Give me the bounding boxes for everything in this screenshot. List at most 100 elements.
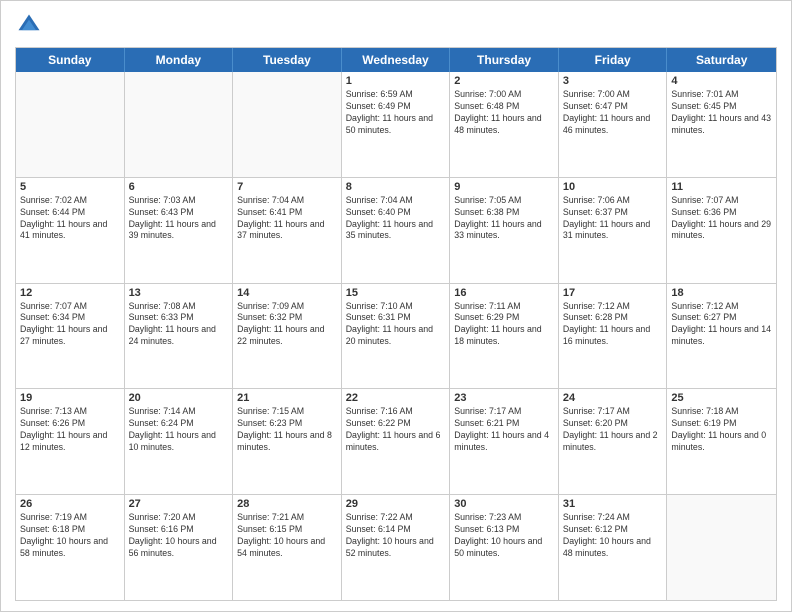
day-number: 3	[563, 75, 663, 87]
calendar-day-cell: 7 Sunrise: 7:04 AM Sunset: 6:41 PM Daylig…	[233, 178, 342, 283]
day-details: Sunrise: 7:08 AM Sunset: 6:33 PM Dayligh…	[129, 301, 229, 349]
calendar-day-cell: 30 Sunrise: 7:23 AM Sunset: 6:13 PM Dayli…	[450, 495, 559, 600]
day-details: Sunrise: 7:12 AM Sunset: 6:28 PM Dayligh…	[563, 301, 663, 349]
calendar-day-cell: 11 Sunrise: 7:07 AM Sunset: 6:36 PM Dayli…	[667, 178, 776, 283]
day-number: 15	[346, 287, 446, 299]
day-details: Sunrise: 7:04 AM Sunset: 6:41 PM Dayligh…	[237, 195, 337, 243]
day-details: Sunrise: 7:07 AM Sunset: 6:34 PM Dayligh…	[20, 301, 120, 349]
day-number: 20	[129, 392, 229, 404]
day-number: 11	[671, 181, 772, 193]
calendar-day-cell: 26Sunrise: 7:19 AM Sunset: 6:18 PM Dayli…	[16, 495, 125, 600]
day-number: 14	[237, 287, 337, 299]
day-number: 22	[346, 392, 446, 404]
calendar-day-cell: 4 Sunrise: 7:01 AM Sunset: 6:45 PM Daylig…	[667, 72, 776, 177]
day-details: Sunrise: 7:03 AM Sunset: 6:43 PM Dayligh…	[129, 195, 229, 243]
day-details: Sunrise: 6:59 AM Sunset: 6:49 PM Dayligh…	[346, 89, 446, 137]
calendar-week-row: 5Sunrise: 7:02 AM Sunset: 6:44 PM Daylig…	[16, 178, 776, 284]
day-number: 6	[129, 181, 229, 193]
calendar-week-row: 12Sunrise: 7:07 AM Sunset: 6:34 PM Dayli…	[16, 284, 776, 390]
calendar-header-row: SundayMondayTuesdayWednesdayThursdayFrid…	[16, 48, 776, 72]
calendar-day-cell: 23 Sunrise: 7:17 AM Sunset: 6:21 PM Dayli…	[450, 389, 559, 494]
day-details: Sunrise: 7:00 AM Sunset: 6:48 PM Dayligh…	[454, 89, 554, 137]
calendar-day-cell: 21 Sunrise: 7:15 AM Sunset: 6:23 PM Dayli…	[233, 389, 342, 494]
day-number: 27	[129, 498, 229, 510]
day-details: Sunrise: 7:24 AM Sunset: 6:12 PM Dayligh…	[563, 512, 663, 560]
day-details: Sunrise: 7:01 AM Sunset: 6:45 PM Dayligh…	[671, 89, 772, 137]
calendar-day-cell: 27 Sunrise: 7:20 AM Sunset: 6:16 PM Dayli…	[125, 495, 234, 600]
calendar-week-row: 26Sunrise: 7:19 AM Sunset: 6:18 PM Dayli…	[16, 495, 776, 600]
day-details: Sunrise: 7:00 AM Sunset: 6:47 PM Dayligh…	[563, 89, 663, 137]
day-number: 2	[454, 75, 554, 87]
day-number: 8	[346, 181, 446, 193]
day-details: Sunrise: 7:09 AM Sunset: 6:32 PM Dayligh…	[237, 301, 337, 349]
day-number: 23	[454, 392, 554, 404]
day-number: 16	[454, 287, 554, 299]
calendar-day-cell: 8 Sunrise: 7:04 AM Sunset: 6:40 PM Daylig…	[342, 178, 451, 283]
calendar: SundayMondayTuesdayWednesdayThursdayFrid…	[15, 47, 777, 601]
calendar-day-cell	[667, 495, 776, 600]
day-number: 21	[237, 392, 337, 404]
day-details: Sunrise: 7:12 AM Sunset: 6:27 PM Dayligh…	[671, 301, 772, 349]
day-number: 17	[563, 287, 663, 299]
logo-icon	[15, 11, 43, 39]
calendar-day-cell: 19 Sunrise: 7:13 AM Sunset: 6:26 PM Dayli…	[16, 389, 125, 494]
weekday-header: Monday	[125, 48, 234, 72]
calendar-day-cell: 20 Sunrise: 7:14 AM Sunset: 6:24 PM Dayli…	[125, 389, 234, 494]
header	[15, 11, 777, 39]
weekday-header: Saturday	[667, 48, 776, 72]
day-details: Sunrise: 7:04 AM Sunset: 6:40 PM Dayligh…	[346, 195, 446, 243]
day-details: Sunrise: 7:19 AM Sunset: 6:18 PM Dayligh…	[20, 512, 120, 560]
calendar-day-cell	[16, 72, 125, 177]
calendar-week-row: 1 Sunrise: 6:59 AM Sunset: 6:49 PM Daylig…	[16, 72, 776, 178]
calendar-day-cell: 18Sunrise: 7:12 AM Sunset: 6:27 PM Dayli…	[667, 284, 776, 389]
day-number: 13	[129, 287, 229, 299]
calendar-day-cell: 6 Sunrise: 7:03 AM Sunset: 6:43 PM Daylig…	[125, 178, 234, 283]
day-details: Sunrise: 7:15 AM Sunset: 6:23 PM Dayligh…	[237, 406, 337, 454]
calendar-day-cell: 14 Sunrise: 7:09 AM Sunset: 6:32 PM Dayli…	[233, 284, 342, 389]
day-details: Sunrise: 7:23 AM Sunset: 6:13 PM Dayligh…	[454, 512, 554, 560]
calendar-day-cell	[233, 72, 342, 177]
day-number: 1	[346, 75, 446, 87]
day-details: Sunrise: 7:05 AM Sunset: 6:38 PM Dayligh…	[454, 195, 554, 243]
day-number: 29	[346, 498, 446, 510]
day-details: Sunrise: 7:16 AM Sunset: 6:22 PM Dayligh…	[346, 406, 446, 454]
calendar-day-cell: 29 Sunrise: 7:22 AM Sunset: 6:14 PM Dayli…	[342, 495, 451, 600]
day-details: Sunrise: 7:11 AM Sunset: 6:29 PM Dayligh…	[454, 301, 554, 349]
day-details: Sunrise: 7:07 AM Sunset: 6:36 PM Dayligh…	[671, 195, 772, 243]
day-details: Sunrise: 7:10 AM Sunset: 6:31 PM Dayligh…	[346, 301, 446, 349]
day-details: Sunrise: 7:17 AM Sunset: 6:20 PM Dayligh…	[563, 406, 663, 454]
day-details: Sunrise: 7:17 AM Sunset: 6:21 PM Dayligh…	[454, 406, 554, 454]
weekday-header: Tuesday	[233, 48, 342, 72]
day-number: 4	[671, 75, 772, 87]
day-details: Sunrise: 7:18 AM Sunset: 6:19 PM Dayligh…	[671, 406, 772, 454]
weekday-header: Wednesday	[342, 48, 451, 72]
day-number: 24	[563, 392, 663, 404]
day-details: Sunrise: 7:13 AM Sunset: 6:26 PM Dayligh…	[20, 406, 120, 454]
day-details: Sunrise: 7:14 AM Sunset: 6:24 PM Dayligh…	[129, 406, 229, 454]
day-number: 7	[237, 181, 337, 193]
day-number: 19	[20, 392, 120, 404]
calendar-day-cell: 17 Sunrise: 7:12 AM Sunset: 6:28 PM Dayli…	[559, 284, 668, 389]
day-number: 25	[671, 392, 772, 404]
calendar-day-cell: 1 Sunrise: 6:59 AM Sunset: 6:49 PM Daylig…	[342, 72, 451, 177]
day-number: 9	[454, 181, 554, 193]
day-details: Sunrise: 7:06 AM Sunset: 6:37 PM Dayligh…	[563, 195, 663, 243]
day-number: 5	[20, 181, 120, 193]
day-details: Sunrise: 7:20 AM Sunset: 6:16 PM Dayligh…	[129, 512, 229, 560]
calendar-day-cell: 5Sunrise: 7:02 AM Sunset: 6:44 PM Daylig…	[16, 178, 125, 283]
calendar-day-cell: 13 Sunrise: 7:08 AM Sunset: 6:33 PM Dayli…	[125, 284, 234, 389]
calendar-week-row: 19 Sunrise: 7:13 AM Sunset: 6:26 PM Dayli…	[16, 389, 776, 495]
day-number: 30	[454, 498, 554, 510]
weekday-header: Thursday	[450, 48, 559, 72]
weekday-header: Sunday	[16, 48, 125, 72]
day-number: 10	[563, 181, 663, 193]
calendar-body: 1 Sunrise: 6:59 AM Sunset: 6:49 PM Daylig…	[16, 72, 776, 600]
calendar-day-cell: 16 Sunrise: 7:11 AM Sunset: 6:29 PM Dayli…	[450, 284, 559, 389]
day-details: Sunrise: 7:22 AM Sunset: 6:14 PM Dayligh…	[346, 512, 446, 560]
logo	[15, 11, 47, 39]
weekday-header: Friday	[559, 48, 668, 72]
calendar-day-cell: 15 Sunrise: 7:10 AM Sunset: 6:31 PM Dayli…	[342, 284, 451, 389]
calendar-day-cell: 25 Sunrise: 7:18 AM Sunset: 6:19 PM Dayli…	[667, 389, 776, 494]
calendar-day-cell: 12Sunrise: 7:07 AM Sunset: 6:34 PM Dayli…	[16, 284, 125, 389]
calendar-day-cell: 28Sunrise: 7:21 AM Sunset: 6:15 PM Dayli…	[233, 495, 342, 600]
